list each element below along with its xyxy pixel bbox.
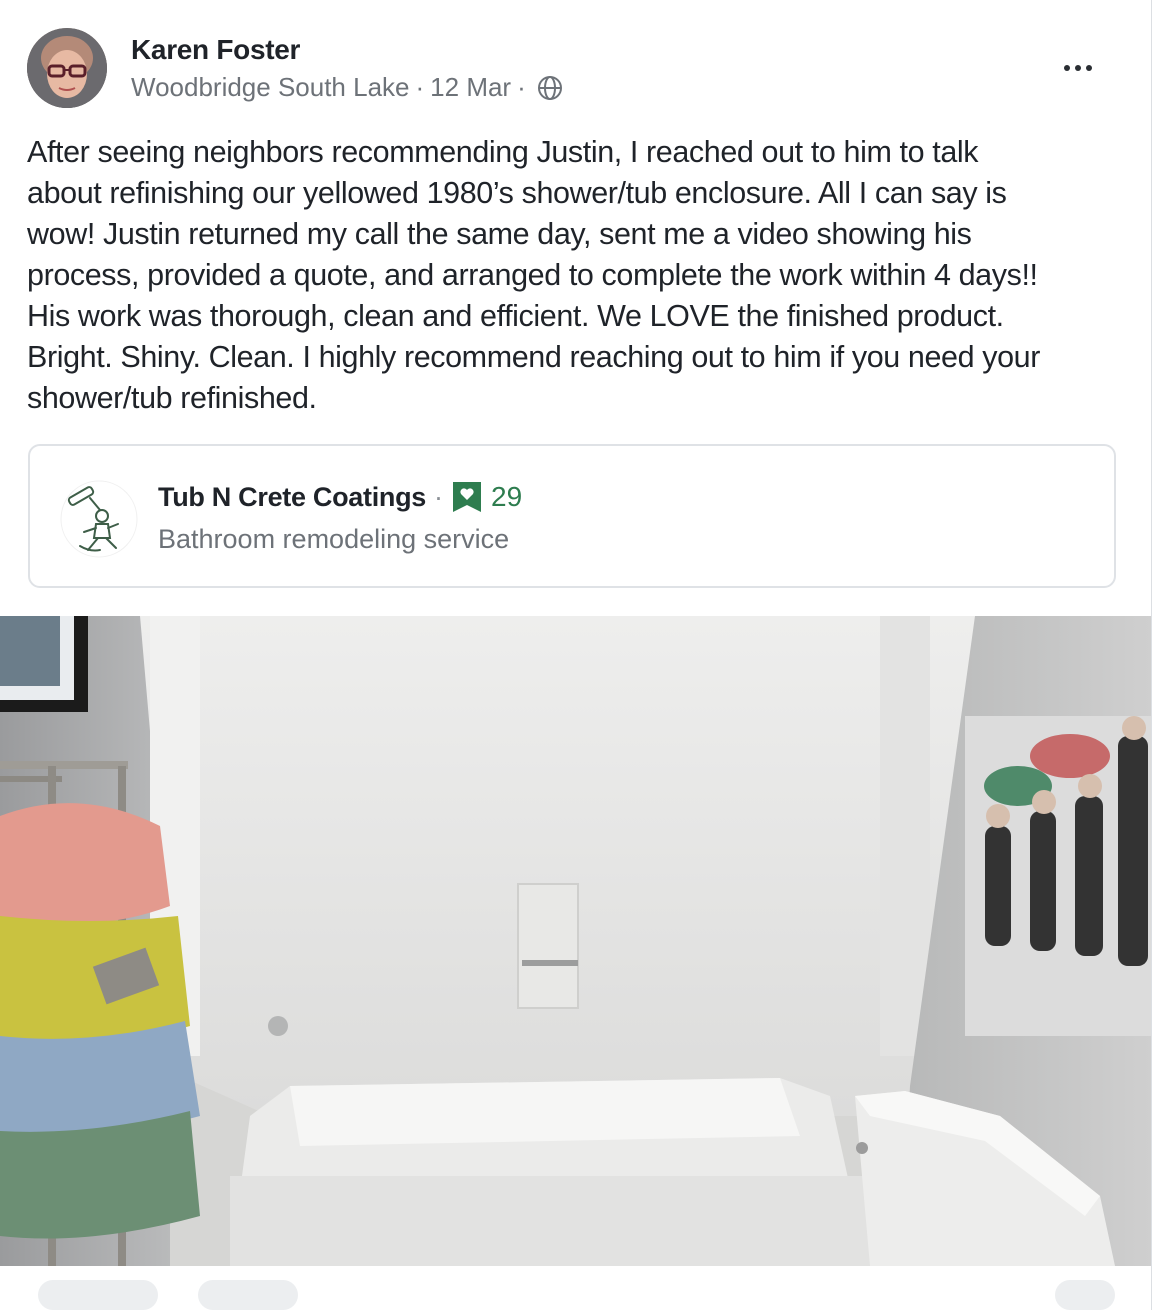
post-photo[interactable] [0, 616, 1151, 1266]
share-button[interactable] [1055, 1280, 1115, 1310]
author-name[interactable]: Karen Foster [131, 34, 300, 66]
author-avatar[interactable] [27, 28, 107, 108]
more-options-icon[interactable] [1058, 56, 1098, 80]
meta-separator: · [517, 72, 526, 102]
comment-button[interactable] [198, 1280, 298, 1310]
business-separator: · [434, 481, 444, 512]
business-name-row: Tub N Crete Coatings · 29 [158, 480, 522, 514]
globe-icon [537, 75, 562, 100]
post-body-line: process, provided a quote, and arranged … [27, 258, 1038, 292]
neighborhood-link[interactable]: Woodbridge South Lake [131, 72, 410, 103]
post-body-line: After seeing neighbors recommending Just… [27, 135, 979, 169]
post-body-line: shower/tub refinished. [27, 381, 317, 415]
post-date[interactable]: 12 Mar [430, 72, 511, 103]
reaction-button[interactable] [38, 1280, 158, 1310]
business-card[interactable]: Tub N Crete Coatings · 29 Bathroom remod… [28, 444, 1116, 588]
post-meta: Woodbridge South Lake · 12 Mar · [131, 72, 564, 103]
fave-count: 29 [491, 481, 523, 512]
post-body-line: about refinishing our yellowed 1980’s sh… [27, 176, 1007, 210]
business-name[interactable]: Tub N Crete Coatings [158, 482, 426, 513]
post-body-line: His work was thorough, clean and efficie… [27, 299, 1004, 333]
post-body: After seeing neighbors recommending Just… [27, 132, 1127, 419]
neighborhood-fave-icon [453, 482, 482, 512]
business-category: Bathroom remodeling service [158, 524, 510, 554]
post-body-line: Bright. Shiny. Clean. I highly recommend… [27, 340, 1040, 374]
handyman-logo-icon [60, 480, 138, 558]
action-bar [0, 1266, 1151, 1292]
post-body-line: wow! Justin returned my call the same da… [27, 217, 972, 251]
meta-separator: · [415, 72, 425, 102]
